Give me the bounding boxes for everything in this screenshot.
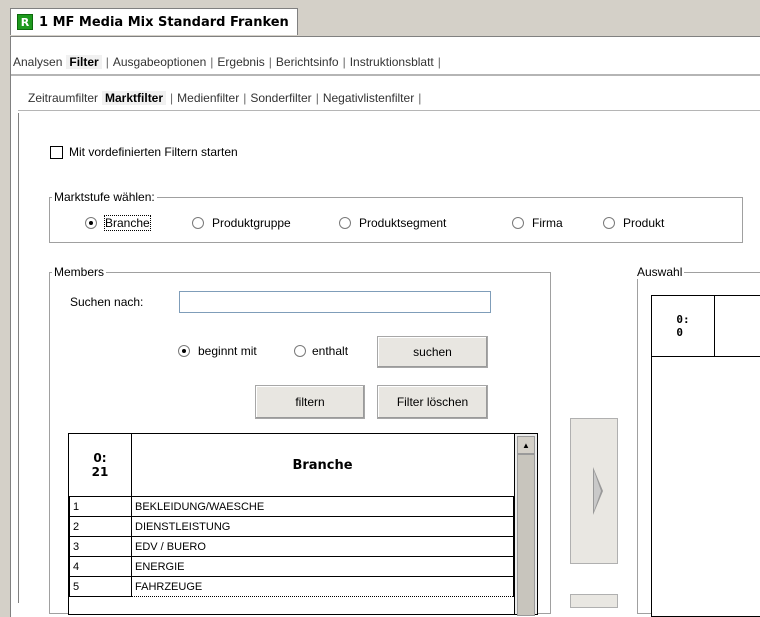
filter-loeschen-button[interactable]: Filter löschen	[377, 385, 488, 419]
radio-produktsegment-circle[interactable]	[339, 217, 351, 229]
row-branche-name: BEKLEIDUNG/WAESCHE	[131, 496, 514, 517]
radio-enthalt[interactable]: enthalt	[294, 344, 348, 358]
row-branche-name: EDV / BUERO	[131, 536, 514, 557]
radio-beginnt-mit-circle[interactable]	[178, 345, 190, 357]
row-number: 2	[69, 516, 132, 537]
members-group: Members Suchen nach: beginnt mit enthalt…	[49, 265, 551, 616]
tab-berichtsinfo[interactable]: Berichtsinfo	[276, 55, 339, 69]
radio-branche[interactable]: Branche	[85, 215, 151, 231]
app-icon: R	[17, 14, 33, 30]
radio-beginnt-mit[interactable]: beginnt mit	[178, 344, 257, 358]
auswahl-legend: Auswahl	[635, 265, 685, 279]
search-input[interactable]	[179, 291, 491, 313]
tab-analysen[interactable]: Analysen	[13, 55, 62, 69]
marktstufe-legend: Marktstufe wählen:	[52, 190, 157, 204]
row-number: 4	[69, 556, 132, 577]
tab-marktfilter[interactable]: Marktfilter	[102, 91, 167, 105]
scroll-up-icon[interactable]: ▲	[517, 436, 535, 454]
row-branche-name: FAHRZEUGE	[131, 576, 514, 597]
table-row[interactable]: 1 BEKLEIDUNG/WAESCHE	[69, 496, 514, 517]
radio-firma-circle[interactable]	[512, 217, 524, 229]
row-branche-name: ENERGIE	[131, 556, 514, 577]
radio-produkt-circle[interactable]	[603, 217, 615, 229]
tab-medienfilter[interactable]: Medienfilter	[177, 91, 239, 105]
tab-ausgabeoptionen[interactable]: Ausgabeoptionen	[113, 55, 206, 69]
radio-produktsegment[interactable]: Produktsegment	[339, 216, 446, 230]
filtern-button[interactable]: filtern	[255, 385, 365, 419]
window-title-tab[interactable]: R 1 MF Media Mix Standard Franken	[10, 8, 298, 35]
suchen-button[interactable]: suchen	[377, 336, 488, 368]
predefined-filter-checkbox[interactable]	[50, 145, 63, 159]
radio-produktsegment-label: Produktsegment	[359, 216, 447, 230]
grid-header-branche[interactable]: Branche	[132, 434, 513, 497]
auswahl-group: Auswahl 0: 0	[635, 265, 760, 617]
members-table: 1 BEKLEIDUNG/WAESCHE 2 DIENSTLEISTUNG 3 EDV /…	[69, 496, 514, 597]
marktstufe-group: Marktstufe wählen: Branche Produktgruppe…	[49, 190, 743, 243]
grid-header-count: 0: 21	[69, 434, 132, 497]
divider	[11, 75, 760, 76]
predefined-filter-label: Mit vordefinierten Filtern starten	[69, 145, 238, 159]
radio-produkt[interactable]: Produkt	[603, 216, 664, 230]
sub-tab-bar: Zeitraumfilter Marktfilter | Medienfilte…	[18, 86, 760, 111]
radio-beginnt-mit-label: beginnt mit	[198, 344, 257, 358]
tab-negativlistenfilter[interactable]: Negativlistenfilter	[323, 91, 414, 105]
table-row[interactable]: 4 ENERGIE	[69, 556, 514, 577]
radio-firma-label: Firma	[532, 216, 563, 230]
members-grid: 0: 21 Branche 1 BEKLEIDUNG/WAESCHE 2 DIENST…	[68, 433, 538, 616]
remove-from-selection-button[interactable]	[570, 594, 618, 608]
tab-sonderfilter[interactable]: Sonderfilter	[250, 91, 311, 105]
row-number: 1	[69, 496, 132, 517]
auswahl-grid: 0: 0	[651, 295, 760, 617]
grid-scrollbar[interactable]: ▲	[514, 434, 537, 616]
tab-ergebnis[interactable]: Ergebnis	[217, 55, 264, 69]
radio-branche-circle[interactable]	[85, 217, 97, 229]
row-branche-name: DIENSTLEISTUNG	[131, 516, 514, 537]
radio-produkt-label: Produkt	[623, 216, 665, 230]
members-legend: Members	[52, 265, 107, 279]
auswahl-header-col	[715, 296, 760, 357]
radio-firma[interactable]: Firma	[512, 216, 563, 230]
main-tab-bar: Analysen Filter | Ausgabeoptionen | Erge…	[11, 50, 760, 75]
table-row[interactable]: 2 DIENSTLEISTUNG	[69, 516, 514, 537]
radio-produktgruppe[interactable]: Produktgruppe	[192, 216, 291, 230]
marktfilter-panel: Mit vordefinierten Filtern starten Markt…	[18, 113, 760, 617]
radio-enthalt-circle[interactable]	[294, 345, 306, 357]
row-number: 3	[69, 536, 132, 557]
radio-enthalt-label: enthalt	[312, 344, 349, 358]
tab-instruktionsblatt[interactable]: Instruktionsblatt	[350, 55, 434, 69]
add-to-selection-button[interactable]	[570, 418, 618, 564]
predefined-filter-row[interactable]: Mit vordefinierten Filtern starten	[50, 145, 238, 159]
radio-produktgruppe-circle[interactable]	[192, 217, 204, 229]
tab-zeitraumfilter[interactable]: Zeitraumfilter	[28, 91, 98, 105]
radio-branche-label: Branche	[104, 215, 151, 231]
tab-filter[interactable]: Filter	[66, 55, 102, 69]
row-number: 5	[69, 576, 132, 597]
auswahl-header-count: 0: 0	[652, 296, 715, 357]
table-row[interactable]: 3 EDV / BUERO	[69, 536, 514, 557]
radio-produktgruppe-label: Produktgruppe	[212, 216, 291, 230]
table-row[interactable]: 5 FAHRZEUGE	[69, 576, 514, 597]
window-title: 1 MF Media Mix Standard Franken	[39, 14, 289, 30]
search-label: Suchen nach:	[70, 295, 144, 309]
scroll-thumb[interactable]	[517, 454, 535, 616]
arrow-right-icon	[593, 467, 603, 515]
